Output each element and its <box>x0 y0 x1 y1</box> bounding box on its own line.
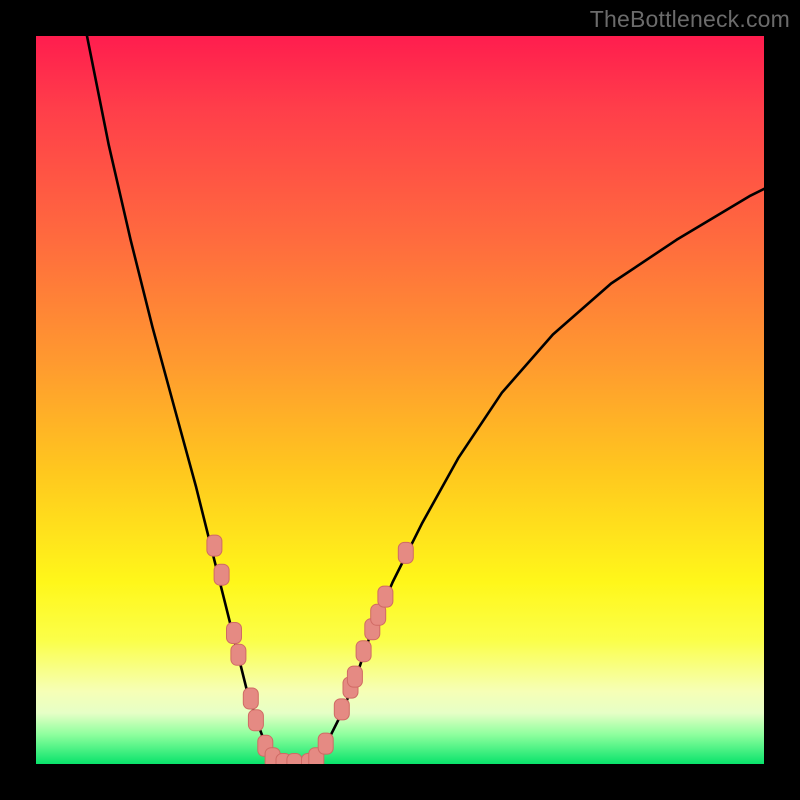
bottleneck-curve <box>36 36 764 764</box>
data-marker <box>227 623 242 644</box>
data-marker <box>214 564 229 585</box>
data-marker <box>318 733 333 754</box>
data-marker <box>207 535 222 556</box>
data-marker <box>287 754 302 765</box>
data-marker <box>356 641 371 662</box>
chart-frame: TheBottleneck.com <box>0 0 800 800</box>
data-marker <box>334 699 349 720</box>
data-marker <box>231 644 246 665</box>
data-marker <box>398 542 413 563</box>
data-marker <box>243 688 258 709</box>
data-marker <box>248 710 263 731</box>
watermark-label: TheBottleneck.com <box>590 6 790 33</box>
data-marker <box>347 666 362 687</box>
plot-area <box>36 36 764 764</box>
data-marker <box>378 586 393 607</box>
